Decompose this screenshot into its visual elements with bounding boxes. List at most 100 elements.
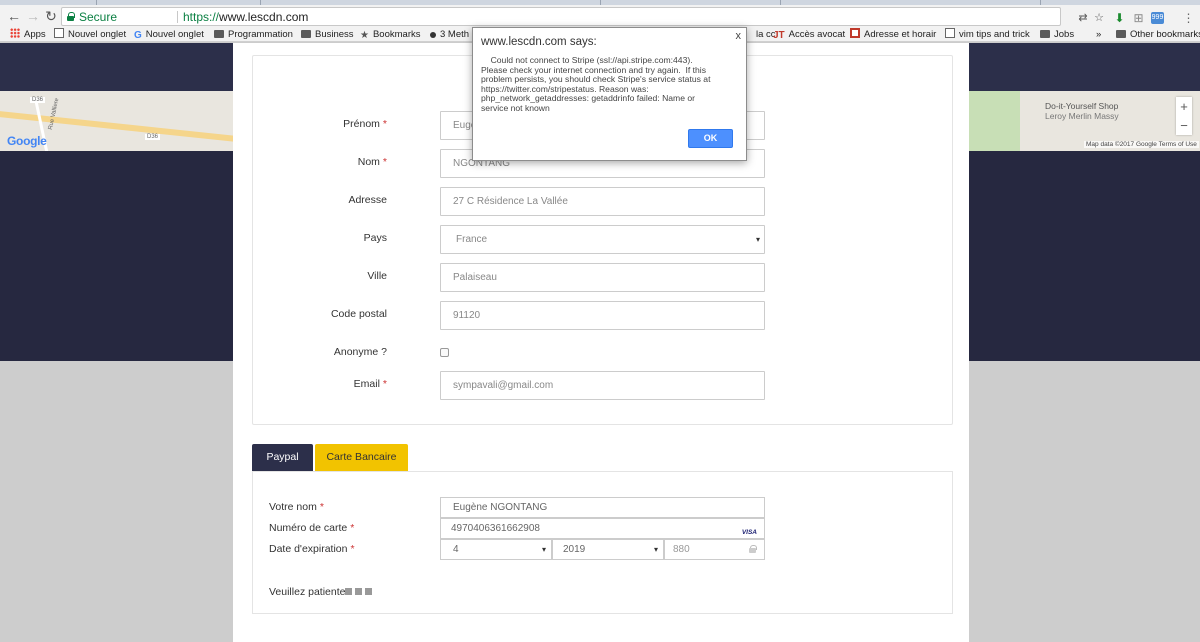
pays-select[interactable]: France — [440, 225, 765, 254]
star-icon: ★ — [360, 30, 369, 41]
prenom-label: Prénom * — [253, 118, 387, 130]
dialog-message: Could not connect to Stripe (ssl://api.s… — [481, 55, 711, 113]
url-host: www.lescdn.com — [219, 10, 309, 24]
required-mark: * — [382, 156, 387, 168]
bookmark-vim-tips[interactable]: vim tips and trick — [945, 28, 1030, 41]
loading-dot — [355, 588, 362, 595]
expiration-label-text: Date d'expiration — [269, 543, 348, 555]
bookmark-nouvel-onglet[interactable]: Nouvel onglet — [54, 28, 126, 41]
bookmark-icon — [850, 28, 860, 38]
ok-button[interactable]: OK — [688, 129, 733, 148]
card-number-label-text: Numéro de carte — [269, 522, 348, 534]
folder-icon — [1040, 30, 1050, 38]
email-label: Email * — [253, 378, 387, 390]
card-number-input[interactable]: 4970406361662908 VISA — [440, 518, 765, 539]
pays-label: Pays — [363, 232, 387, 244]
map-credit: Map data ©2017 Google Terms of Use — [1084, 141, 1199, 148]
bookmark-label: Programmation — [228, 29, 293, 40]
required-mark: * — [350, 522, 355, 534]
map-street-label: Rue Valliere — [47, 97, 61, 131]
tab-paypal[interactable]: Paypal — [252, 444, 313, 471]
lock-icon — [67, 12, 75, 21]
google-icon: G — [134, 30, 142, 41]
bookmark-adresse-horaires[interactable]: Adresse et horair — [850, 28, 936, 41]
card-name-label-text: Votre nom — [269, 501, 317, 513]
bookmark-label: Nouvel onglet — [145, 29, 204, 40]
bookmark-folder-jobs[interactable]: Jobs — [1040, 28, 1074, 41]
translate-icon[interactable]: ⇄ — [1076, 11, 1090, 25]
google-logo: Google — [7, 134, 47, 148]
form-row-email: Email * sympavali@gmail.com — [253, 371, 954, 400]
wait-message: Veuillez patienter — [269, 586, 349, 598]
dialog-title: www.lescdn.com says: — [481, 36, 597, 48]
page-icon — [945, 28, 955, 38]
url-scheme: https:// — [183, 10, 220, 24]
card-form: Votre nom * Eugène NGONTANG Numéro de car… — [252, 471, 953, 614]
cvc-value: 880 — [673, 544, 690, 555]
loading-dot — [365, 588, 372, 595]
folder-icon — [1116, 30, 1126, 38]
form-row-pays: Pays France — [253, 225, 954, 254]
tab-carte-bancaire[interactable]: Carte Bancaire — [315, 444, 408, 471]
bookmark-label: 3 Meth — [440, 29, 470, 40]
map-road-label: D36 — [30, 97, 46, 103]
reload-icon[interactable]: ↻ — [43, 8, 59, 24]
bookmark-label: Apps — [24, 29, 46, 40]
card-row-nom: Votre nom * Eugène NGONTANG — [253, 497, 954, 518]
bookmark-label: Other bookmarks — [1130, 29, 1200, 40]
card-name-label: Votre nom * — [269, 501, 324, 513]
extension-icon[interactable]: ⊞ — [1131, 10, 1146, 26]
url-text: https://www.lescdn.com — [183, 10, 308, 24]
bookmark-label: Bookmarks — [372, 29, 421, 40]
ville-input[interactable]: Palaiseau — [440, 263, 765, 292]
map-place-sub: Leroy Merlin Massy — [1045, 111, 1119, 121]
download-arrow-icon[interactable]: ⬇ — [1112, 10, 1127, 26]
required-mark: * — [319, 501, 324, 513]
card-name-input[interactable]: Eugène NGONTANG — [440, 497, 765, 518]
form-row-adresse: Adresse 27 C Résidence La Vallée — [253, 187, 954, 216]
card-row-number: Numéro de carte * 4970406361662908 VISA — [253, 518, 954, 539]
close-icon[interactable]: x — [736, 30, 742, 42]
extension-badge[interactable]: 999 — [1151, 12, 1164, 24]
ville-label: Ville — [367, 270, 387, 282]
email-label-text: Email — [353, 378, 380, 390]
address-bar[interactable]: Secure https://www.lescdn.com — [61, 7, 1061, 26]
bookmark-label: Business — [315, 29, 354, 40]
menu-icon[interactable]: ⋮ — [1181, 10, 1196, 26]
bookmark-folder-programmation[interactable]: Programmation — [214, 28, 293, 41]
alert-dialog: www.lescdn.com says: x Could not connect… — [472, 27, 747, 161]
bookmark-star-icon[interactable]: ☆ — [1092, 11, 1106, 25]
expiration-year-select[interactable]: 2019 — [552, 539, 664, 560]
card-number-value: 4970406361662908 — [451, 523, 540, 534]
zoom-out-button[interactable]: − — [1176, 116, 1192, 135]
bookmark-folder-business[interactable]: Business — [301, 28, 354, 41]
map-place[interactable]: Do-it-Yourself Shop Leroy Merlin Massy — [1045, 101, 1119, 121]
expiration-month-select[interactable]: 4 — [440, 539, 552, 560]
forward-arrow-icon[interactable]: → — [25, 8, 41, 24]
expiration-label: Date d'expiration * — [269, 543, 355, 555]
bookmarks-overflow[interactable]: » — [1096, 28, 1101, 41]
bookmark-3-meth[interactable]: 3 Meth — [430, 28, 469, 41]
back-arrow-icon[interactable]: ← — [6, 8, 22, 24]
adresse-label: Adresse — [348, 194, 387, 206]
zoom-in-button[interactable]: + — [1176, 97, 1192, 116]
adresse-input[interactable]: 27 C Résidence La Vallée — [440, 187, 765, 216]
cvc-input[interactable]: 880 — [664, 539, 765, 560]
anonyme-checkbox[interactable] — [440, 348, 449, 357]
map-place-name: Do-it-Yourself Shop — [1045, 101, 1119, 111]
bookmark-folder-bookmarks[interactable]: ★ Bookmarks — [360, 28, 420, 41]
form-row-ville: Ville Palaiseau — [253, 263, 954, 292]
email-input[interactable]: sympavali@gmail.com — [440, 371, 765, 400]
apps-grid-icon — [10, 28, 20, 38]
form-row-code-postal: Code postal 91120 — [253, 301, 954, 330]
bookmark-other-bookmarks[interactable]: Other bookmarks — [1116, 28, 1200, 41]
card-row-expiration: Date d'expiration* 4 2019 880 — [253, 539, 954, 560]
required-mark: * — [350, 543, 355, 555]
code-postal-input[interactable]: 91120 — [440, 301, 765, 330]
bookmark-nouvel-onglet-google[interactable]: G Nouvel onglet — [134, 28, 204, 41]
bookmark-acces-avocat[interactable]: JT Accès avocat — [773, 28, 845, 41]
bookmark-apps[interactable]: Apps — [10, 28, 46, 41]
bookmark-label: vim tips and trick — [959, 29, 1030, 40]
bookmark-label: Nouvel onglet — [68, 29, 127, 40]
card-number-label: Numéro de carte * — [269, 522, 354, 534]
